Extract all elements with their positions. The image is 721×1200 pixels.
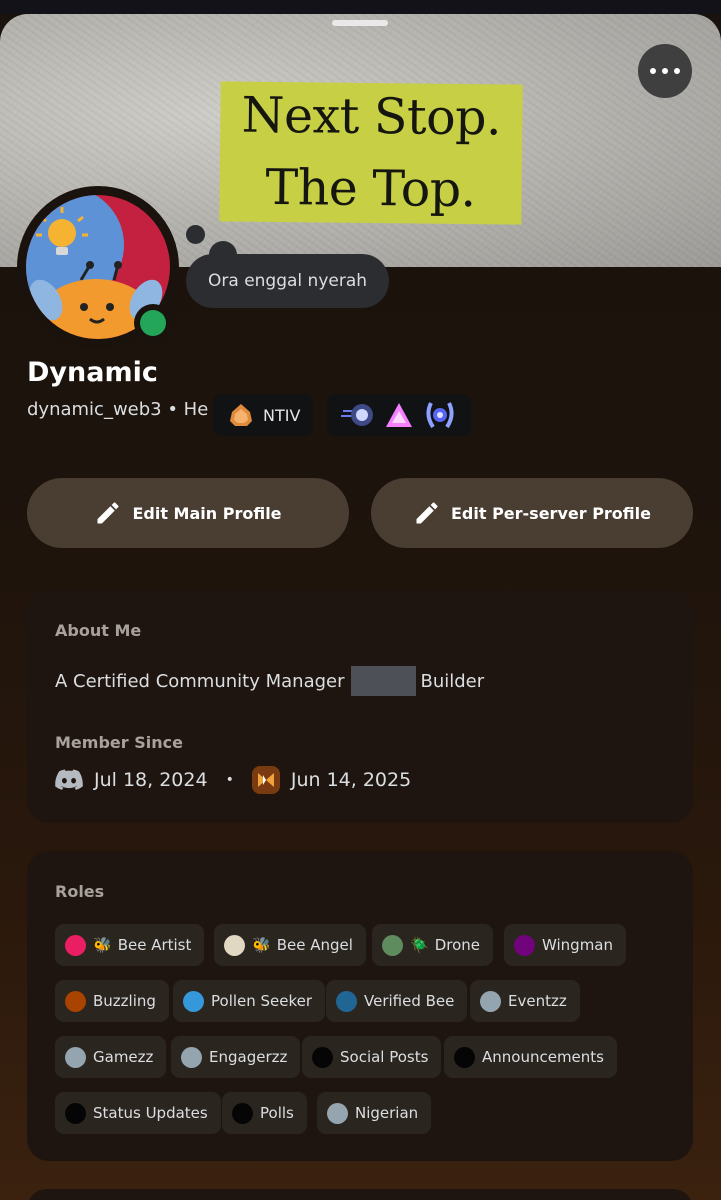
triangle-badge-icon[interactable] xyxy=(384,401,414,429)
role-name: Gamezz xyxy=(93,1048,154,1066)
role-color-dot xyxy=(183,990,204,1012)
role-color-dot xyxy=(65,990,86,1012)
role-emoji-icon: 🐝 xyxy=(93,936,112,954)
next-card xyxy=(27,1189,693,1200)
laurel-badge-icon[interactable] xyxy=(423,399,457,431)
role-chip[interactable]: Buzzling xyxy=(55,980,169,1022)
role-name: Verified Bee xyxy=(364,992,455,1010)
role-emoji-icon: 🐝 xyxy=(252,936,271,954)
roles-heading: Roles xyxy=(55,882,105,901)
role-color-dot xyxy=(327,1102,348,1124)
role-color-dot xyxy=(336,990,357,1012)
discord-logo-icon xyxy=(55,769,83,790)
edit-main-profile-label: Edit Main Profile xyxy=(132,503,282,523)
role-color-dot xyxy=(480,990,501,1012)
custom-status-text: Ora enggal nyerah xyxy=(208,271,368,291)
redacted-block xyxy=(350,666,416,696)
server-join-date: Jun 14, 2025 xyxy=(290,769,412,791)
about-text-after: Builder xyxy=(420,670,485,692)
server-icon xyxy=(251,766,280,794)
date-separator: • xyxy=(225,772,234,788)
role-color-dot xyxy=(181,1046,202,1068)
role-name: Announcements xyxy=(482,1048,604,1066)
role-name: Bee Artist xyxy=(117,936,192,954)
banner-line-1: Next Stop. xyxy=(241,86,502,147)
status-bar-strip xyxy=(0,0,721,14)
banner-quote: Next Stop. The Top. xyxy=(219,81,523,225)
server-tag-text: NTIV xyxy=(263,405,301,425)
role-name: Bee Angel xyxy=(276,936,353,954)
about-text-before: A Certified Community Manager xyxy=(55,670,345,692)
role-name: Engagerzz xyxy=(209,1048,288,1066)
role-color-dot xyxy=(454,1046,475,1068)
role-chip[interactable]: Gamezz xyxy=(55,1036,167,1078)
role-color-dot xyxy=(312,1046,333,1068)
role-chip[interactable]: 🐝 Bee Artist xyxy=(55,924,205,966)
role-chip[interactable]: Status Updates xyxy=(55,1092,221,1134)
role-color-dot xyxy=(382,934,403,956)
role-name: Nigerian xyxy=(355,1104,419,1122)
role-chip[interactable]: Pollen Seeker xyxy=(173,980,326,1022)
member-since-heading: Member Since xyxy=(55,733,183,752)
server-tag[interactable]: NTIV xyxy=(213,394,313,436)
about-me-text: A Certified Community Manager Builder xyxy=(55,666,484,696)
username-pronouns: dynamic_web3 • He xyxy=(27,399,209,420)
about-card: About Me A Certified Community Manager B… xyxy=(27,590,693,823)
edit-per-server-profile-button[interactable]: Edit Per-server Profile xyxy=(371,478,693,548)
role-chip[interactable]: Polls xyxy=(222,1092,307,1134)
role-color-dot xyxy=(224,934,245,956)
role-name: Wingman xyxy=(542,936,614,954)
server-tag-icon xyxy=(230,404,252,426)
role-name: Status Updates xyxy=(93,1104,208,1122)
role-chip[interactable]: Verified Bee xyxy=(326,980,468,1022)
about-me-heading: About Me xyxy=(55,621,142,640)
role-name: Polls xyxy=(260,1104,294,1122)
display-name: Dynamic xyxy=(27,357,158,388)
role-chip[interactable]: Nigerian xyxy=(317,1092,432,1134)
role-color-dot xyxy=(65,1046,86,1068)
role-chip[interactable]: Social Posts xyxy=(302,1036,442,1078)
badge-row xyxy=(327,394,471,436)
edit-per-server-profile-label: Edit Per-server Profile xyxy=(450,503,651,523)
role-color-dot xyxy=(514,934,535,956)
role-chip[interactable]: Wingman xyxy=(504,924,627,966)
custom-status-bubble[interactable]: Ora enggal nyerah xyxy=(186,254,390,308)
discord-join-date: Jul 18, 2024 xyxy=(94,769,208,791)
role-name: Eventzz xyxy=(508,992,567,1010)
role-color-dot xyxy=(232,1102,253,1124)
role-chip[interactable]: Engagerzz xyxy=(171,1036,301,1078)
profile-sheet: Next Stop. The Top. Ora enggal nyerah Dy… xyxy=(0,14,721,1200)
role-color-dot xyxy=(65,934,86,956)
edit-main-profile-button[interactable]: Edit Main Profile xyxy=(27,478,349,548)
drag-handle[interactable] xyxy=(332,20,388,26)
boost-badge-icon[interactable] xyxy=(341,402,375,428)
role-chip[interactable]: 🐝 Bee Angel xyxy=(214,924,366,966)
role-chip[interactable]: 🪲 Drone xyxy=(372,924,493,966)
banner-line-2: The Top. xyxy=(265,158,476,219)
role-chip[interactable]: Announcements xyxy=(444,1036,617,1078)
roles-card: Roles 🐝 Bee Artist 🐝 Bee Angel 🪲 Drone Wingman… xyxy=(27,851,693,1161)
role-name: Social Posts xyxy=(340,1048,429,1066)
member-since-row: Jul 18, 2024 • Jun 14, 2025 xyxy=(55,766,411,794)
more-options-button[interactable] xyxy=(638,44,692,98)
pencil-icon xyxy=(416,502,438,524)
role-name: Drone xyxy=(434,936,480,954)
role-emoji-icon: 🪲 xyxy=(410,936,429,954)
pencil-icon xyxy=(97,502,119,524)
role-name: Pollen Seeker xyxy=(211,992,313,1010)
role-chip[interactable]: Eventzz xyxy=(470,980,580,1022)
online-status-indicator xyxy=(134,304,172,342)
more-dots-icon xyxy=(650,68,656,74)
role-color-dot xyxy=(65,1102,86,1124)
role-name: Buzzling xyxy=(93,992,156,1010)
